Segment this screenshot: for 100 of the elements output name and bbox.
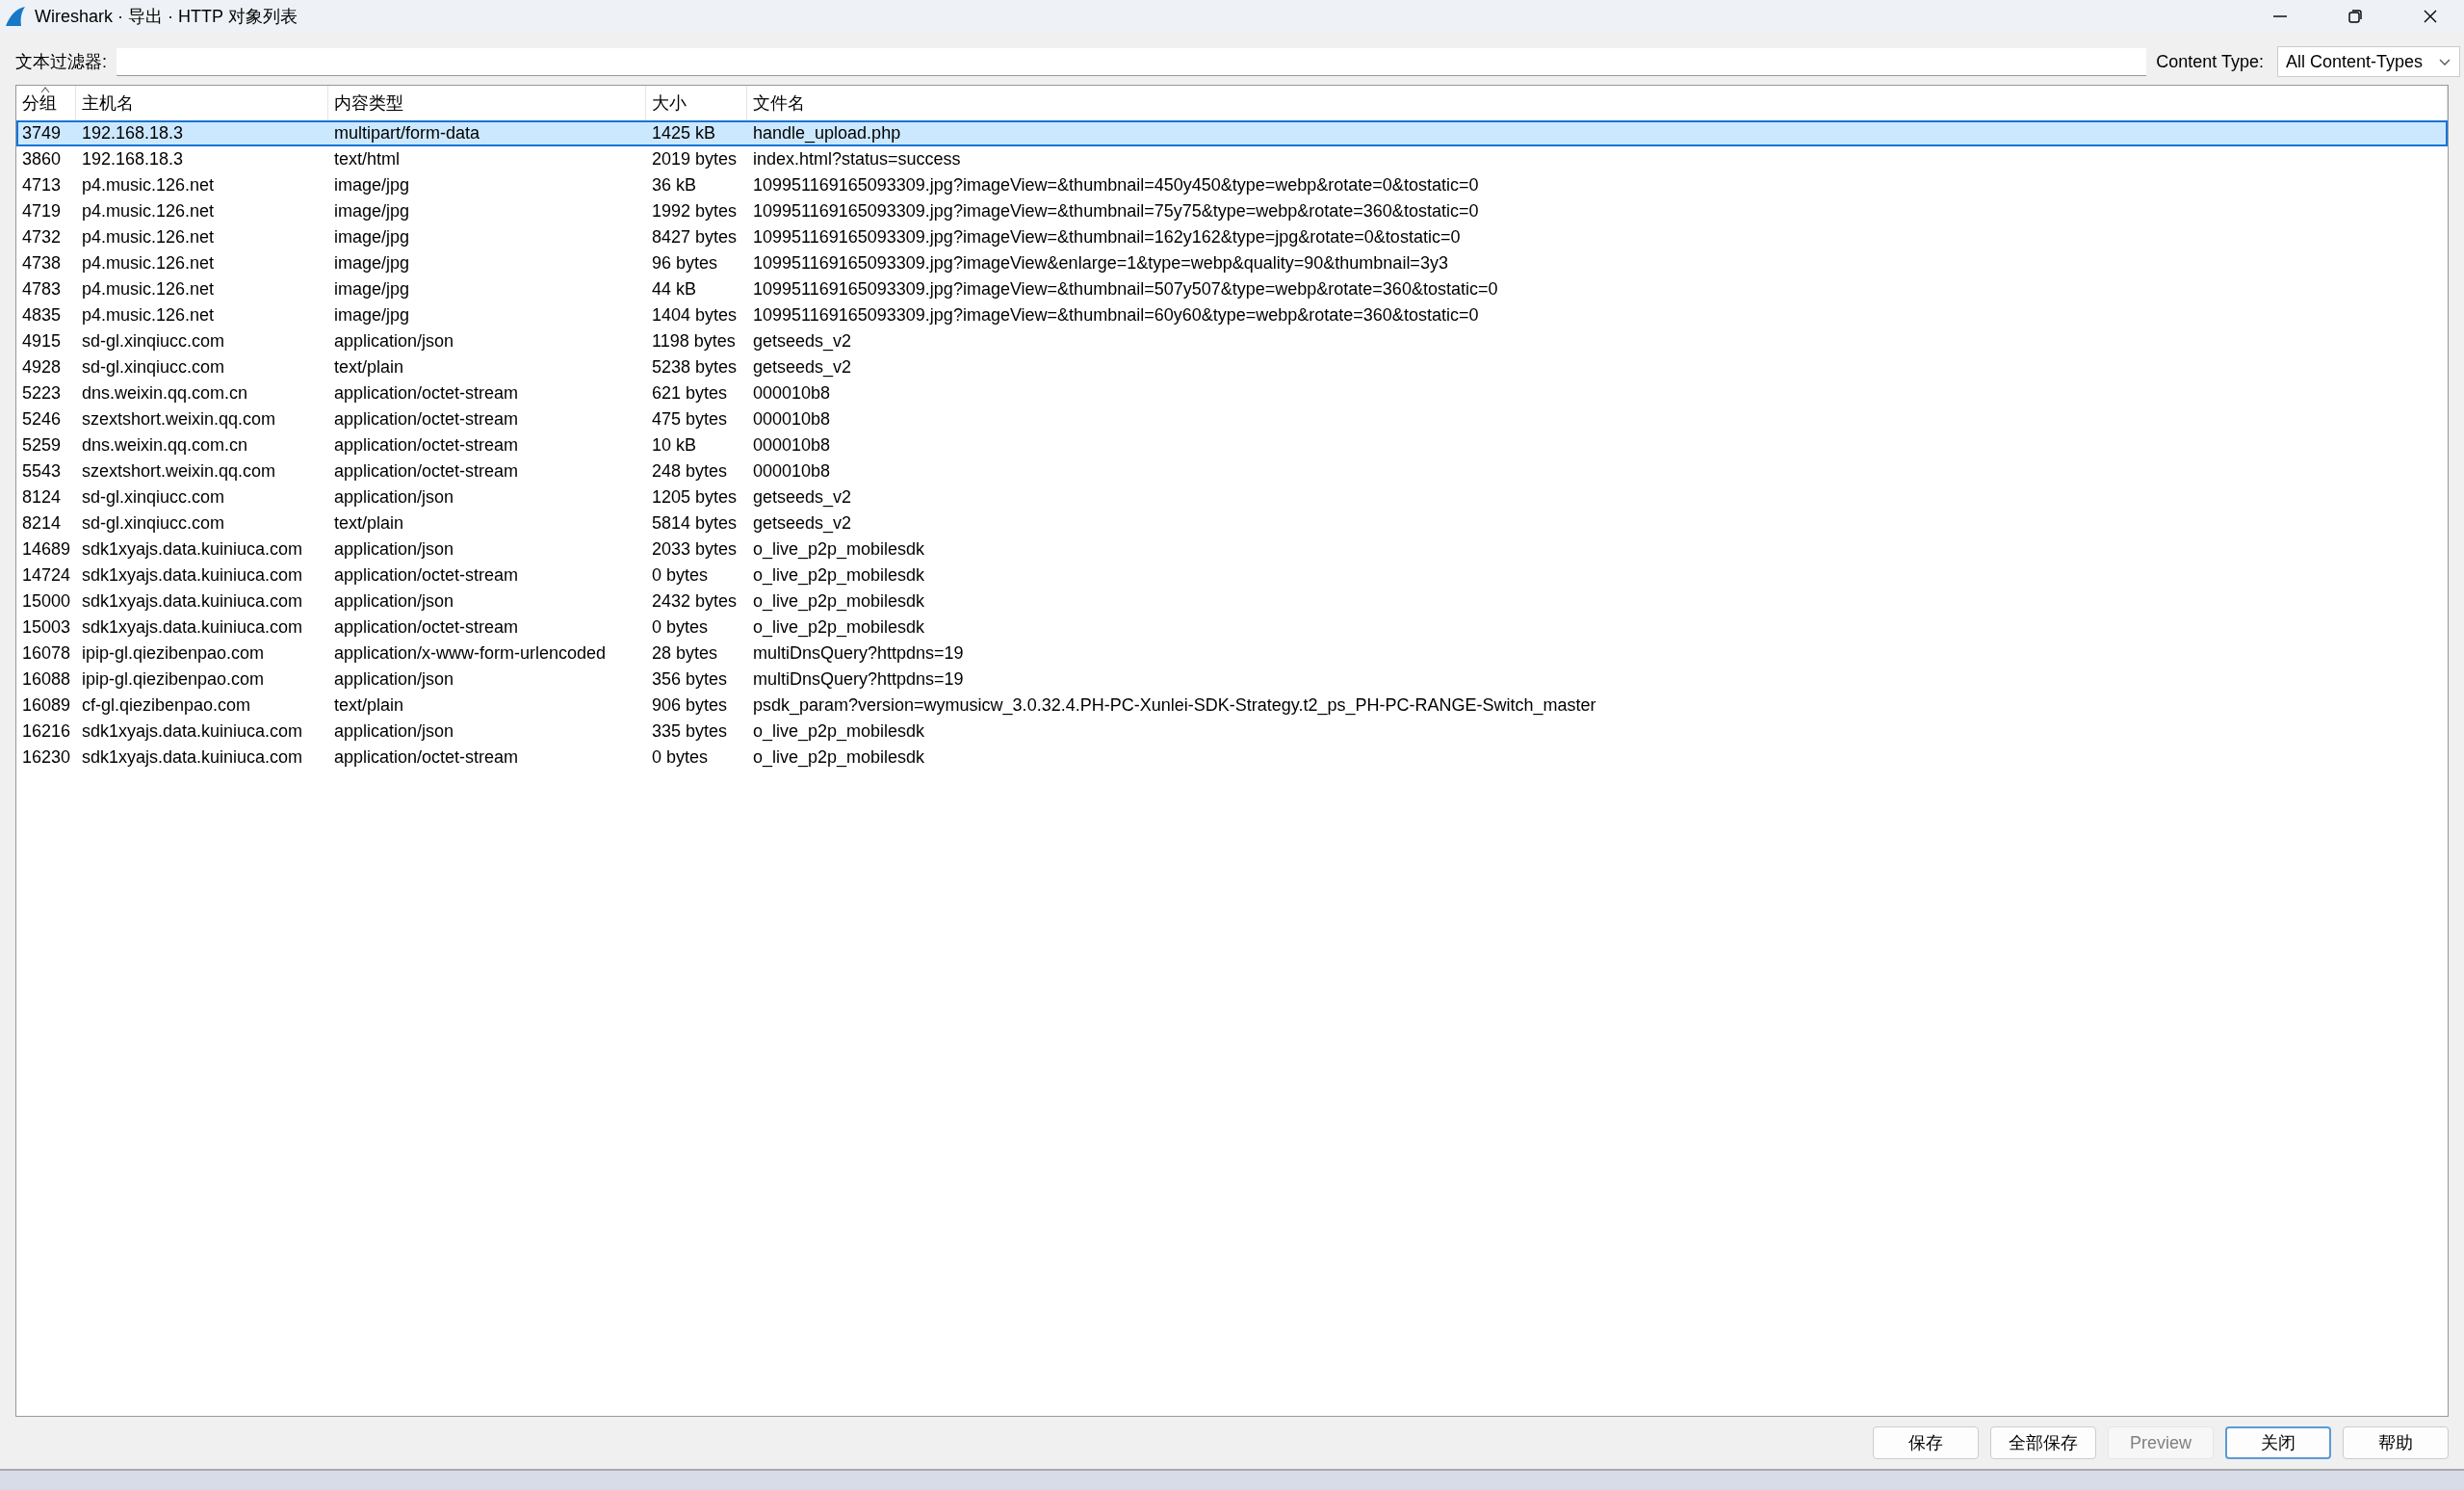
- table-cell-text: o_live_p2p_mobilesdk: [752, 747, 926, 768]
- table-cell-text: szextshort.weixin.qq.com: [81, 409, 277, 430]
- restore-icon[interactable]: [2347, 8, 2364, 25]
- table-cell-text: 5223: [21, 383, 63, 404]
- window-title: Wireshark · 导出 · HTTP 对象列表: [35, 6, 298, 28]
- table-cell-text: 8124: [21, 487, 63, 508]
- table-row[interactable]: 15003 sdk1xyajs.data.kuiniuca.com application/octet-stream 0 bytes o_live_p2p_mobilesdk: [16, 614, 2448, 640]
- table-cell-text: 16216: [21, 721, 72, 742]
- dialog-button[interactable]: 帮助: [2343, 1426, 2449, 1459]
- table-cell-text: 109951169165093309.jpg?imageView=&thumbnail=75y75&type=webp&rotate=360&tostatic=0: [752, 201, 1480, 222]
- table-cell-text: 4713: [21, 175, 63, 196]
- table-cell-text: ipip-gl.qiezibenpao.com: [81, 643, 266, 664]
- table-cell-text: dns.weixin.qq.com.cn: [81, 383, 249, 404]
- filter-input[interactable]: [117, 47, 2147, 76]
- table-row[interactable]: 4783 p4.music.126.net image/jpg 44 kB 109951169165093309.jpg?imageView=&thumbnail=507y507&type=webp&rotate=360&tostatic=0: [16, 276, 2448, 302]
- table-cell-text: multipart/form-data: [333, 123, 481, 144]
- table-cell-text: sd-gl.xinqiucc.com: [81, 513, 226, 534]
- content-type-dropdown[interactable]: All Content-Types: [2276, 46, 2460, 77]
- table-cell-text: index.html?status=success: [752, 149, 962, 170]
- table-cell-text: 2033 bytes: [651, 539, 739, 560]
- table-cell-text: 15000: [21, 591, 72, 612]
- table-cell-text: handle_upload.php: [752, 123, 902, 144]
- table-row[interactable]: 5246 szextshort.weixin.qq.com application/octet-stream 475 bytes 000010b8: [16, 406, 2448, 432]
- table-cell-text: 109951169165093309.jpg?imageView=&thumbnail=507y507&type=webp&rotate=360&tostatic=0: [752, 279, 1499, 300]
- table-cell-text: dns.weixin.qq.com.cn: [81, 435, 249, 456]
- table-cell-text: 16230: [21, 747, 72, 768]
- table-row[interactable]: 14689 sdk1xyajs.data.kuiniuca.com application/json 2033 bytes o_live_p2p_mobilesdk: [16, 536, 2448, 562]
- table-row[interactable]: 8124 sd-gl.xinqiucc.com application/json 1205 bytes getseeds_v2: [16, 484, 2448, 510]
- table-cell-text: image/jpg: [333, 227, 411, 248]
- table-row[interactable]: 4928 sd-gl.xinqiucc.com text/plain 5238 bytes getseeds_v2: [16, 354, 2448, 380]
- table-row[interactable]: 14724 sdk1xyajs.data.kuiniuca.com application/octet-stream 0 bytes o_live_p2p_mobilesdk: [16, 562, 2448, 588]
- table-row[interactable]: 16216 sdk1xyajs.data.kuiniuca.com application/json 335 bytes o_live_p2p_mobilesdk: [16, 719, 2448, 745]
- table-row[interactable]: 5223 dns.weixin.qq.com.cn application/octet-stream 621 bytes 000010b8: [16, 380, 2448, 406]
- table-row[interactable]: 16088 ipip-gl.qiezibenpao.com application/json 356 bytes multiDnsQuery?httpdns=19: [16, 667, 2448, 693]
- table-cell-text: text/plain: [333, 695, 405, 716]
- table-cell-text: application/octet-stream: [333, 565, 520, 586]
- table-cell-text: sdk1xyajs.data.kuiniuca.com: [81, 617, 304, 638]
- table-cell-text: getseeds_v2: [752, 513, 853, 534]
- table-cell-text: application/x-www-form-urlencoded: [333, 643, 608, 664]
- table-cell-text: ipip-gl.qiezibenpao.com: [81, 669, 266, 690]
- table-row[interactable]: 4719 p4.music.126.net image/jpg 1992 bytes 109951169165093309.jpg?imageView=&thumbnail=75y75&type=webp&rotate=360&tostatic=0: [16, 198, 2448, 224]
- table-cell-text: 109951169165093309.jpg?imageView=&thumbnail=162y162&type=jpg&rotate=0&tostatic=0: [752, 227, 1462, 248]
- table-row[interactable]: 5259 dns.weixin.qq.com.cn application/octet-stream 10 kB 000010b8: [16, 432, 2448, 458]
- table-cell-text: 0 bytes: [651, 565, 710, 586]
- table-cell-text: 2432 bytes: [651, 591, 739, 612]
- table-row[interactable]: 16089 cf-gl.qiezibenpao.com text/plain 906 bytes psdk_param?version=wymusicw_3.0.32.4.PH-PC-Xunlei-SDK-Strategy.t2_ps_PH-PC-RANGE-Switch_master: [16, 693, 2448, 719]
- table-cell-text: multiDnsQuery?httpdns=19: [752, 669, 965, 690]
- table-cell-text: o_live_p2p_mobilesdk: [752, 591, 926, 612]
- table-cell-text: image/jpg: [333, 253, 411, 274]
- table-row[interactable]: 3749 192.168.18.3 multipart/form-data 1425 kB handle_upload.php: [16, 120, 2448, 146]
- dialog-button[interactable]: 关闭: [2225, 1426, 2331, 1459]
- table-cell-text: image/jpg: [333, 279, 411, 300]
- table-cell-text: 4915: [21, 331, 63, 352]
- table-row[interactable]: 4732 p4.music.126.net image/jpg 8427 bytes 109951169165093309.jpg?imageView=&thumbnail=162y162&type=jpg&rotate=0&tostatic=0: [16, 224, 2448, 250]
- table-cell-text: p4.music.126.net: [81, 175, 216, 196]
- dialog-button[interactable]: 保存: [1873, 1426, 1979, 1459]
- table-cell-text: p4.music.126.net: [81, 227, 216, 248]
- table-row[interactable]: 3860 192.168.18.3 text/html 2019 bytes index.html?status=success: [16, 146, 2448, 172]
- table-cell-text: p4.music.126.net: [81, 201, 216, 222]
- caret-icon: [2438, 57, 2451, 66]
- table-cell-text: 0 bytes: [651, 747, 710, 768]
- table-cell-text: 3749: [21, 123, 63, 144]
- close-icon[interactable]: [2422, 8, 2439, 25]
- table-cell-text: 16078: [21, 643, 72, 664]
- table-cell-text: 5814 bytes: [651, 513, 739, 534]
- table-cell-text: sd-gl.xinqiucc.com: [81, 331, 226, 352]
- table-cell-text: text/plain: [333, 513, 405, 534]
- table-cell-text: 621 bytes: [651, 383, 729, 404]
- table-cell-text: text/plain: [333, 357, 405, 378]
- table-cell-text: getseeds_v2: [752, 357, 853, 378]
- table-cell-text: 4928: [21, 357, 63, 378]
- table-row[interactable]: 4713 p4.music.126.net image/jpg 36 kB 109951169165093309.jpg?imageView=&thumbnail=450y450&type=webp&rotate=0&tostatic=0: [16, 172, 2448, 198]
- table-cell-text: 15003: [21, 617, 72, 638]
- table-cell-text: application/octet-stream: [333, 617, 520, 638]
- table-cell-text: 4719: [21, 201, 63, 222]
- table-row[interactable]: 5543 szextshort.weixin.qq.com application/octet-stream 248 bytes 000010b8: [16, 458, 2448, 484]
- table-cell-text: application/octet-stream: [333, 461, 520, 482]
- table-row[interactable]: 15000 sdk1xyajs.data.kuiniuca.com application/json 2432 bytes o_live_p2p_mobilesdk: [16, 588, 2448, 614]
- table-cell-text: 109951169165093309.jpg?imageView=&thumbnail=450y450&type=webp&rotate=0&tostatic=0: [752, 175, 1480, 196]
- table-row[interactable]: 4835 p4.music.126.net image/jpg 1404 bytes 109951169165093309.jpg?imageView=&thumbnail=60y60&type=webp&rotate=360&tostatic=0: [16, 302, 2448, 328]
- table-cell-text: 000010b8: [752, 435, 832, 456]
- table-cell-text: 335 bytes: [651, 721, 729, 742]
- table-row[interactable]: 16078 ipip-gl.qiezibenpao.com application/x-www-form-urlencoded 28 bytes multiDnsQuery?httpdns=19: [16, 640, 2448, 667]
- table-cell-text: 4732: [21, 227, 63, 248]
- table-row[interactable]: 4738 p4.music.126.net image/jpg 96 bytes 109951169165093309.jpg?imageView&enlarge=1&type=webp&quality=90&thumbnail=3y3: [16, 250, 2448, 276]
- table-cell-text: sd-gl.xinqiucc.com: [81, 357, 226, 378]
- table-row[interactable]: 4915 sd-gl.xinqiucc.com application/json 1198 bytes getseeds_v2: [16, 328, 2448, 354]
- table-cell-text: application/octet-stream: [333, 435, 520, 456]
- table-cell-text: 14724: [21, 565, 72, 586]
- table-cell-text: getseeds_v2: [752, 487, 853, 508]
- table-cell-text: 5246: [21, 409, 63, 430]
- table-cell-text: 1205 bytes: [651, 487, 739, 508]
- dialog-button[interactable]: 全部保存: [1990, 1426, 2096, 1459]
- table-cell-text: o_live_p2p_mobilesdk: [752, 565, 926, 586]
- table-cell-text: sdk1xyajs.data.kuiniuca.com: [81, 721, 304, 742]
- table-row[interactable]: 8214 sd-gl.xinqiucc.com text/plain 5814 bytes getseeds_v2: [16, 510, 2448, 536]
- table-cell-text: 248 bytes: [651, 461, 729, 482]
- table-cell-text: p4.music.126.net: [81, 279, 216, 300]
- table-row[interactable]: 16230 sdk1xyajs.data.kuiniuca.com application/octet-stream 0 bytes o_live_p2p_mobilesdk: [16, 745, 2448, 771]
- table-cell-text: application/json: [333, 591, 455, 612]
